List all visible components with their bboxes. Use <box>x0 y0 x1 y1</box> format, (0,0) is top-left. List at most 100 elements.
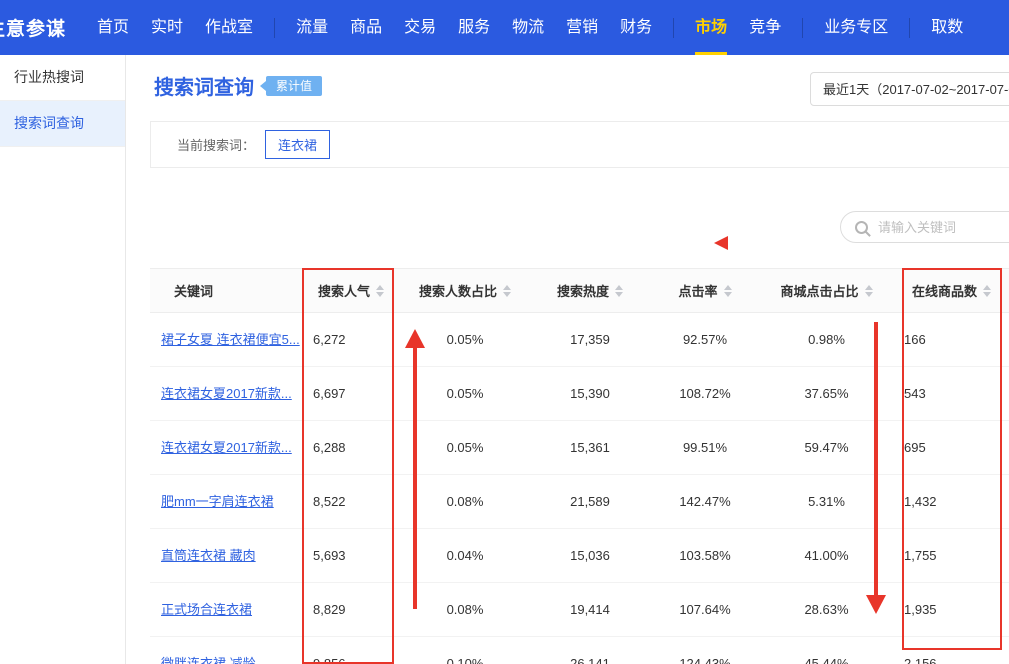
keyword-search-box <box>840 211 1009 243</box>
sort-icon[interactable] <box>724 285 732 297</box>
column-header-online-products[interactable]: 在线商品数 <box>893 269 1009 312</box>
cell-mall-click-share: 0.98% <box>760 313 893 366</box>
keyword-link[interactable]: 连衣裙女夏2017新款... <box>150 421 302 474</box>
cell-search-heat: 26,141 <box>530 637 650 664</box>
column-header-label: 在线商品数 <box>912 281 977 300</box>
table-row: 肥mm一字肩连衣裙8,5220.08%21,589142.47%5.31%1,4… <box>150 475 1009 529</box>
nav-item-home[interactable]: 首页 <box>97 0 129 55</box>
cell-click-rate: 108.72% <box>650 367 760 420</box>
cell-mall-click-share: 59.47% <box>760 421 893 474</box>
top-nav: 生意参谋 首页实时作战室流量商品交易服务物流营销财务市场竞争业务专区取数 <box>0 0 1009 55</box>
sort-icon[interactable] <box>983 285 991 297</box>
nav-item-realtime[interactable]: 实时 <box>151 0 183 55</box>
keyword-search-input[interactable] <box>876 219 1009 236</box>
column-header-search-popularity[interactable]: 搜索人气 <box>302 269 400 312</box>
nav-divider <box>274 18 275 38</box>
keyword-link[interactable]: 连衣裙女夏2017新款... <box>150 367 302 420</box>
cell-searcher-share: 0.08% <box>400 583 530 636</box>
column-header-search-heat[interactable]: 搜索热度 <box>530 269 650 312</box>
main-content: 搜索词查询 累计值 最近1天（2017-07-02~2017-07-02） 当前… <box>126 55 1009 664</box>
cell-mall-click-share: 5.31% <box>760 475 893 528</box>
cell-mall-click-share: 28.63% <box>760 583 893 636</box>
cell-search-popularity: 9,856 <box>302 637 400 664</box>
top-nav-items: 首页实时作战室流量商品交易服务物流营销财务市场竞争业务专区取数 <box>86 0 974 55</box>
column-header-label: 关键词 <box>174 281 213 300</box>
nav-divider <box>909 18 910 38</box>
current-search-word-panel: 当前搜索词： 连衣裙 <box>150 121 1009 168</box>
nav-item-trade[interactable]: 交易 <box>404 0 436 55</box>
column-header-click-rate[interactable]: 点击率 <box>650 269 760 312</box>
sidebar-item-industry-hot-words[interactable]: 行业热搜词 <box>0 55 125 101</box>
cell-search-heat: 15,390 <box>530 367 650 420</box>
cell-online-products: 543 <box>893 367 1009 420</box>
sort-icon[interactable] <box>503 285 511 297</box>
cell-search-heat: 15,361 <box>530 421 650 474</box>
table-row: 裙子女夏 连衣裙便宜5...6,2720.05%17,35992.57%0.98… <box>150 313 1009 367</box>
cell-click-rate: 142.47% <box>650 475 760 528</box>
date-range-picker[interactable]: 最近1天（2017-07-02~2017-07-02） <box>810 72 1009 106</box>
sort-icon[interactable] <box>865 285 873 297</box>
nav-divider <box>673 18 674 38</box>
cell-click-rate: 92.57% <box>650 313 760 366</box>
nav-item-service[interactable]: 服务 <box>458 0 490 55</box>
keyword-link[interactable]: 直筒连衣裙 藏肉 <box>150 529 302 582</box>
cell-online-products: 1,755 <box>893 529 1009 582</box>
cell-online-products: 1,935 <box>893 583 1009 636</box>
cell-search-popularity: 8,829 <box>302 583 400 636</box>
cell-search-popularity: 6,272 <box>302 313 400 366</box>
nav-item-war-room[interactable]: 作战室 <box>205 0 253 55</box>
sort-icon[interactable] <box>615 285 623 297</box>
nav-item-traffic[interactable]: 流量 <box>296 0 328 55</box>
sidebar-item-search-word-query[interactable]: 搜索词查询 <box>0 101 125 147</box>
nav-item-data-fetch[interactable]: 取数 <box>931 0 963 55</box>
cell-search-heat: 19,414 <box>530 583 650 636</box>
table-body: 裙子女夏 连衣裙便宜5...6,2720.05%17,35992.57%0.98… <box>150 313 1009 664</box>
column-header-keyword: 关键词 <box>150 269 302 312</box>
screen: 生意参谋 首页实时作战室流量商品交易服务物流营销财务市场竞争业务专区取数 行业热… <box>0 0 1009 664</box>
nav-item-logistics[interactable]: 物流 <box>512 0 544 55</box>
cell-click-rate: 124.43% <box>650 637 760 664</box>
column-header-label: 搜索热度 <box>557 281 609 300</box>
nav-item-product[interactable]: 商品 <box>350 0 382 55</box>
current-search-word-label: 当前搜索词： <box>177 135 255 154</box>
keyword-link[interactable]: 裙子女夏 连衣裙便宜5... <box>150 313 302 366</box>
cell-click-rate: 99.51% <box>650 421 760 474</box>
cell-searcher-share: 0.05% <box>400 367 530 420</box>
cell-search-heat: 15,036 <box>530 529 650 582</box>
cell-search-popularity: 6,288 <box>302 421 400 474</box>
cell-mall-click-share: 37.65% <box>760 367 893 420</box>
cell-click-rate: 107.64% <box>650 583 760 636</box>
cell-search-heat: 17,359 <box>530 313 650 366</box>
keyword-link[interactable]: 微胖连衣裙 减龄 <box>150 637 302 664</box>
nav-item-business-zone[interactable]: 业务专区 <box>824 0 888 55</box>
cell-searcher-share: 0.08% <box>400 475 530 528</box>
table-row: 直筒连衣裙 藏肉5,6930.04%15,036103.58%41.00%1,7… <box>150 529 1009 583</box>
nav-item-marketing[interactable]: 营销 <box>566 0 598 55</box>
nav-item-competition[interactable]: 竞争 <box>749 0 781 55</box>
brand-logo[interactable]: 生意参谋 <box>0 14 66 41</box>
column-header-label: 点击率 <box>678 281 717 300</box>
keyword-link[interactable]: 正式场合连衣裙 <box>150 583 302 636</box>
cell-online-products: 2,156 <box>893 637 1009 664</box>
cell-online-products: 1,432 <box>893 475 1009 528</box>
cell-search-popularity: 8,522 <box>302 475 400 528</box>
column-header-label: 搜索人数占比 <box>419 281 497 300</box>
cell-mall-click-share: 41.00% <box>760 529 893 582</box>
keyword-link[interactable]: 肥mm一字肩连衣裙 <box>150 475 302 528</box>
sort-icon[interactable] <box>376 285 384 297</box>
table-header-row: 关键词 搜索人气搜索人数占比 搜索热度 点击率 商城点击占比 在线商品数 <box>150 268 1009 313</box>
cell-searcher-share: 0.04% <box>400 529 530 582</box>
nav-item-finance[interactable]: 财务 <box>620 0 652 55</box>
nav-item-market[interactable]: 市场 <box>695 0 727 55</box>
cumulative-badge: 累计值 <box>266 76 322 96</box>
column-header-searcher-share[interactable]: 搜索人数占比 <box>400 269 530 312</box>
cell-mall-click-share: 45.44% <box>760 637 893 664</box>
search-word-tag[interactable]: 连衣裙 <box>265 130 330 159</box>
cell-online-products: 695 <box>893 421 1009 474</box>
title-row: 搜索词查询 累计值 <box>154 71 322 100</box>
cell-click-rate: 103.58% <box>650 529 760 582</box>
column-header-mall-click-share[interactable]: 商城点击占比 <box>760 269 893 312</box>
cell-searcher-share: 0.05% <box>400 421 530 474</box>
column-header-label: 商城点击占比 <box>780 281 858 300</box>
table-row: 连衣裙女夏2017新款...6,6970.05%15,390108.72%37.… <box>150 367 1009 421</box>
